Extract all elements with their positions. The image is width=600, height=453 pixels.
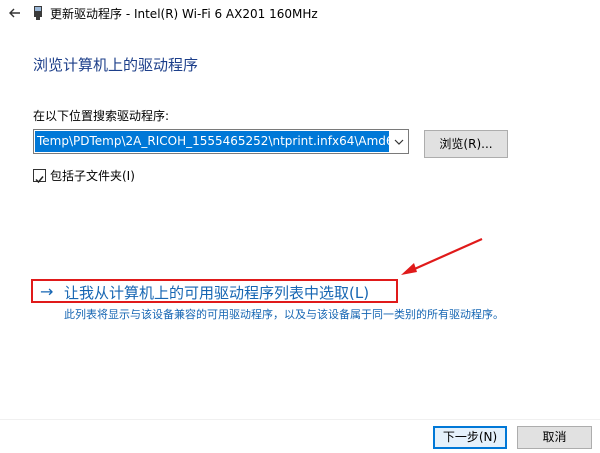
checkmark-icon: [35, 176, 44, 184]
window-title: 更新驱动程序 - Intel(R) Wi-Fi 6 AX201 160MHz: [50, 7, 318, 21]
chevron-down-icon[interactable]: [393, 136, 405, 148]
pick-from-list-link[interactable]: 让我从计算机上的可用驱动程序列表中选取(L): [64, 282, 369, 303]
arrow-right-icon: →: [40, 282, 54, 301]
annotation-arrow-head: [401, 263, 417, 275]
driver-path-combobox[interactable]: Temp\PDTemp\2A_RICOH_1555465252\ntprint.…: [33, 129, 409, 154]
title-bar: 更新驱动程序 - Intel(R) Wi-Fi 6 AX201 160MHz: [0, 0, 600, 26]
pick-from-list-description: 此列表将显示与该设备兼容的可用驱动程序，以及与该设备属于同一类别的所有驱动程序。: [64, 308, 504, 321]
include-subfolders-checkbox[interactable]: [33, 169, 46, 184]
back-arrow-icon[interactable]: [6, 4, 24, 22]
page-title: 浏览计算机上的驱动程序: [33, 56, 199, 74]
network-adapter-icon: [34, 6, 42, 20]
footer-divider: [0, 419, 600, 420]
next-button[interactable]: 下一步(N): [433, 426, 507, 449]
browse-button[interactable]: 浏览(R)...: [424, 130, 508, 158]
search-location-label: 在以下位置搜索驱动程序:: [33, 109, 170, 123]
cancel-button[interactable]: 取消: [517, 426, 592, 449]
include-subfolders-label: 包括子文件夹(I): [50, 169, 135, 183]
annotation-arrow-line: [409, 237, 483, 273]
driver-path-input[interactable]: Temp\PDTemp\2A_RICOH_1555465252\ntprint.…: [35, 131, 389, 152]
